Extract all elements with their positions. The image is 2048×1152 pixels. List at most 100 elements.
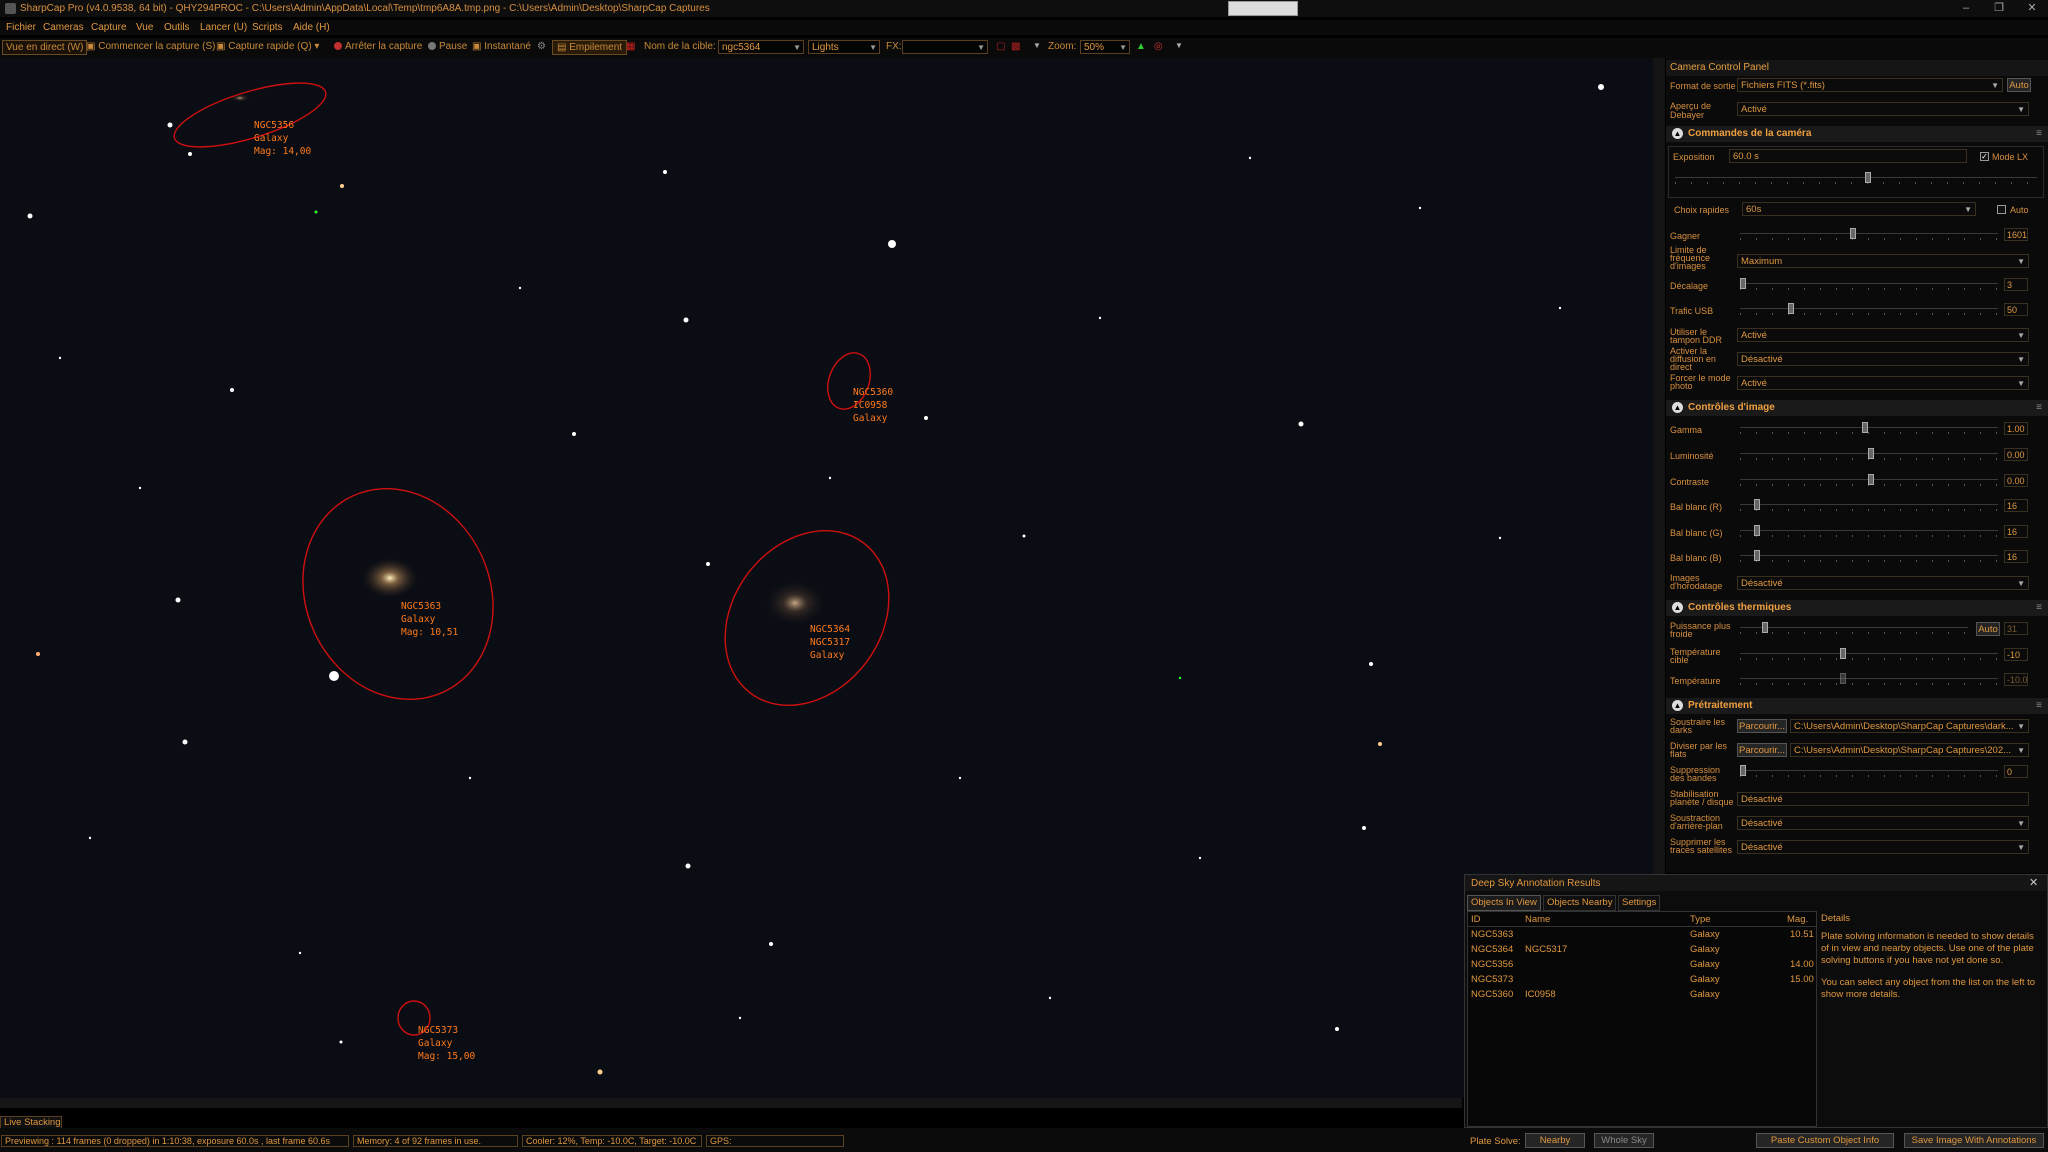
tab-objects-in-view[interactable]: Objects In View	[1467, 895, 1541, 911]
stop-capture-button[interactable]: Arrêter la capture	[334, 41, 422, 52]
histogram-icon[interactable]: ▲	[1136, 41, 1146, 52]
timestamp-select[interactable]: Désactivé ▼	[1737, 576, 2029, 590]
format-select[interactable]: Fichiers FITS (*.fits) ▼	[1737, 78, 2003, 92]
menu-vue[interactable]: Vue	[136, 22, 153, 33]
menu-cameras[interactable]: Cameras	[43, 22, 84, 33]
floating-mini-toolbar[interactable]	[1228, 1, 1298, 16]
cooler-auto-button[interactable]: Auto	[1976, 622, 2000, 636]
minimize-button[interactable]: –	[1955, 2, 1977, 15]
col-name[interactable]: Name	[1525, 914, 1550, 925]
slider-thumb[interactable]	[1868, 448, 1874, 459]
slider-thumb[interactable]	[1754, 525, 1760, 536]
tab-objects-nearby[interactable]: Objects Nearby	[1543, 895, 1617, 911]
darks-browse-button[interactable]: Parcourir...	[1737, 719, 1787, 733]
menu-scripts[interactable]: Scripts	[252, 22, 283, 33]
banding-slider[interactable]	[1740, 764, 1998, 778]
reticle-icon[interactable]: ▢	[996, 41, 1005, 52]
section-thermal-controls[interactable]: ▲ Contrôles thermiques ≡	[1666, 600, 2048, 616]
lx-mode-checkbox[interactable]: ✓	[1980, 152, 1989, 161]
close-icon[interactable]: ✕	[2029, 876, 2038, 889]
slider-thumb[interactable]	[1840, 648, 1846, 659]
slider-thumb[interactable]	[1762, 622, 1768, 633]
annotation-ngc5363[interactable]: NGC5363 Galaxy Mag: 10,51	[401, 600, 458, 639]
pause-button[interactable]: Pause	[428, 41, 467, 52]
target-name-field[interactable]: ngc5364 ▼	[718, 40, 804, 54]
gain-value[interactable]: 1601	[2004, 228, 2028, 241]
contrast-value[interactable]: 0.00	[2004, 474, 2028, 487]
offset-value[interactable]: 3	[2004, 278, 2028, 291]
grid-icon[interactable]: ▩	[1011, 41, 1020, 52]
wb-red-value[interactable]: 16	[2004, 499, 2028, 512]
debayer-select[interactable]: Activé ▼	[1737, 102, 2029, 116]
satellite-select[interactable]: Désactivé ▼	[1737, 840, 2029, 854]
exposure-field[interactable]: 60.0 s	[1729, 149, 1967, 163]
col-id[interactable]: ID	[1471, 914, 1481, 925]
close-button[interactable]: ✕	[2021, 2, 2043, 15]
brightness-slider[interactable]	[1740, 447, 1998, 461]
section-preprocessing[interactable]: ▲ Prétraitement ≡	[1666, 698, 2048, 714]
nearby-button[interactable]: Nearby	[1525, 1133, 1585, 1148]
whole-sky-button[interactable]: Whole Sky	[1594, 1133, 1654, 1148]
paste-custom-object-button[interactable]: Paste Custom Object Info	[1756, 1133, 1894, 1148]
zoom-tool-icon[interactable]: ◎	[1154, 41, 1163, 52]
gamma-value[interactable]: 1.00	[2004, 422, 2028, 435]
wb-blue-slider[interactable]	[1740, 549, 1998, 563]
stabilization-select[interactable]: Désactivé	[1737, 792, 2029, 806]
menu-fichier[interactable]: Fichier	[6, 22, 36, 33]
frame-type-select[interactable]: Lights ▼	[808, 40, 880, 54]
stacking-button[interactable]: ▤ Empilement	[552, 40, 628, 55]
menu-aide[interactable]: Aide (H)	[293, 22, 330, 33]
format-auto-button[interactable]: Auto	[2007, 78, 2031, 92]
slider-thumb[interactable]	[1868, 474, 1874, 485]
slider-thumb[interactable]	[1862, 422, 1868, 433]
exposure-slider[interactable]	[1675, 171, 2037, 185]
darks-path-select[interactable]: C:\Users\Admin\Desktop\SharpCap Captures…	[1790, 719, 2029, 733]
quick-picks-select[interactable]: 60s ▼	[1742, 202, 1976, 216]
menu-lancer[interactable]: Lancer (U)	[200, 22, 247, 33]
zoom-select[interactable]: 50% ▼	[1080, 40, 1130, 54]
save-image-annotations-button[interactable]: Save Image With Annotations	[1904, 1133, 2044, 1148]
maximize-button[interactable]: ❐	[1988, 2, 2010, 15]
flats-path-select[interactable]: C:\Users\Admin\Desktop\SharpCap Captures…	[1790, 743, 2029, 757]
wb-blue-value[interactable]: 16	[2004, 550, 2028, 563]
chevron-down-icon[interactable]: ▼	[1033, 41, 1041, 50]
settings-icon[interactable]: ⚙	[537, 41, 546, 52]
slider-thumb[interactable]	[1740, 765, 1746, 776]
start-capture-button[interactable]: ▣ Commencer la capture (S)	[86, 41, 216, 52]
offset-slider[interactable]	[1740, 277, 1998, 291]
slider-thumb[interactable]	[1740, 278, 1746, 289]
flats-browse-button[interactable]: Parcourir...	[1737, 743, 1787, 757]
framerate-select[interactable]: Maximum ▼	[1737, 254, 2029, 268]
fx-select[interactable]: ▼	[902, 40, 988, 54]
ddr-select[interactable]: Activé ▼	[1737, 328, 2029, 342]
section-camera-controls[interactable]: ▲ Commandes de la caméra ≡	[1666, 126, 2048, 142]
usb-value[interactable]: 50	[2004, 303, 2028, 316]
wb-green-slider[interactable]	[1740, 524, 1998, 538]
menu-capture[interactable]: Capture	[91, 22, 127, 33]
horizontal-scrollbar[interactable]	[0, 1098, 1462, 1108]
tab-settings[interactable]: Settings	[1618, 895, 1661, 911]
live-view-button[interactable]: Vue en direct (W)	[2, 40, 88, 55]
gamma-slider[interactable]	[1740, 421, 1998, 435]
brightness-value[interactable]: 0.00	[2004, 448, 2028, 461]
annotation-ngc5364[interactable]: NGC5364 NGC5317 Galaxy	[810, 623, 850, 662]
live-stream-select[interactable]: Désactivé ▼	[1737, 352, 2029, 366]
usb-slider[interactable]	[1740, 302, 1998, 316]
gain-slider[interactable]	[1740, 227, 1998, 241]
slider-thumb[interactable]	[1850, 228, 1856, 239]
slider-thumb[interactable]	[1754, 499, 1760, 510]
col-mag[interactable]: Mag.	[1787, 914, 1808, 925]
cooler-power-slider[interactable]	[1740, 621, 1968, 635]
live-image-view[interactable]: NGC5356 Galaxy Mag: 14,00 NGC5360 IC0958…	[0, 58, 1653, 1098]
annotation-ngc5356[interactable]: NGC5356 Galaxy Mag: 14,00	[254, 119, 311, 158]
annotation-ngc5360[interactable]: NGC5360 IC0958 Galaxy	[853, 386, 893, 425]
col-type[interactable]: Type	[1690, 914, 1711, 925]
target-temp-slider[interactable]	[1740, 647, 1998, 661]
contrast-slider[interactable]	[1740, 473, 1998, 487]
snapshot-button[interactable]: ▣ Instantané	[472, 41, 531, 52]
menu-outils[interactable]: Outils	[164, 22, 190, 33]
target-temp-value[interactable]: -10	[2004, 648, 2028, 661]
quick-capture-button[interactable]: ▣ Capture rapide (Q) ▾	[216, 41, 319, 52]
banding-value[interactable]: 0	[2004, 765, 2028, 778]
wb-green-value[interactable]: 16	[2004, 525, 2028, 538]
